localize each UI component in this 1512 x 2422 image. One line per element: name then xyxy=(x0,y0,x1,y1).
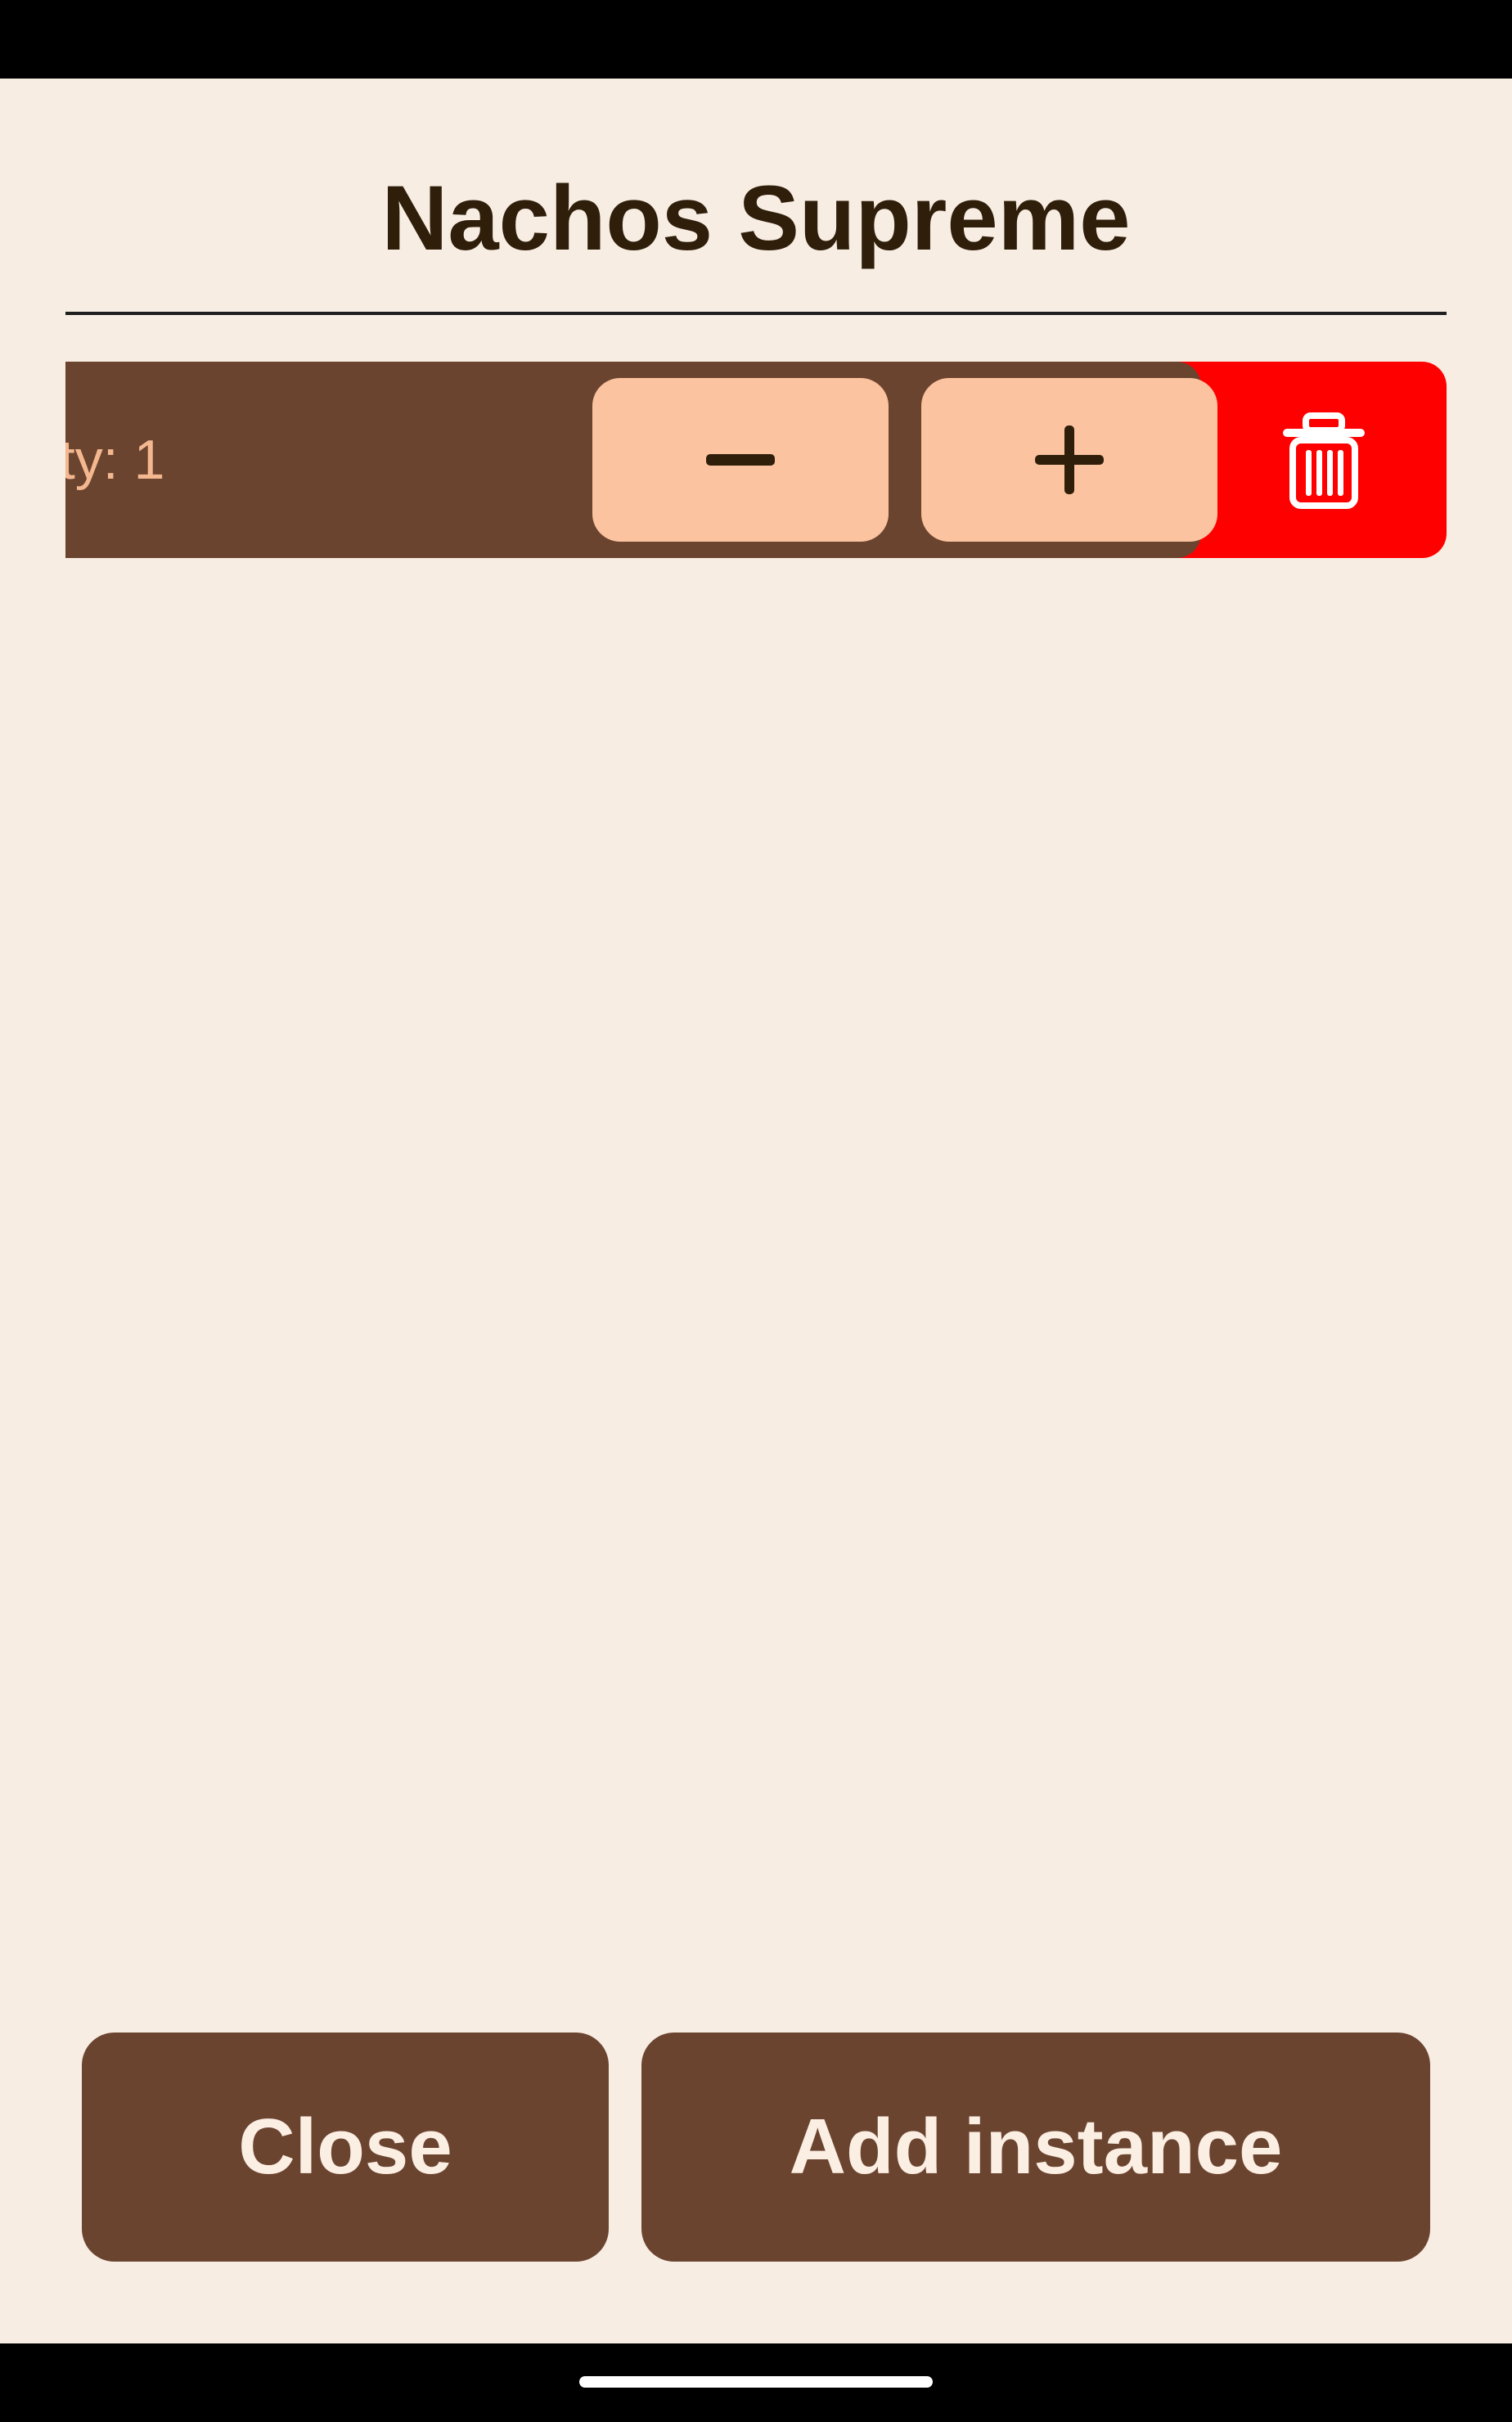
add-instance-button[interactable]: Add instance xyxy=(641,2033,1430,2262)
home-indicator[interactable] xyxy=(579,2376,933,2388)
item-instances-dialog: Nachos Supreme Qty: 1 xyxy=(0,79,1512,2343)
minus-icon xyxy=(706,454,775,466)
quantity-label: Qty: 1 xyxy=(65,429,165,491)
delete-instance-button[interactable] xyxy=(1201,362,1447,558)
decrease-quantity-button[interactable] xyxy=(592,378,889,542)
instance-row[interactable]: Qty: 1 xyxy=(65,362,1447,558)
navigation-bar xyxy=(0,2343,1512,2422)
close-button[interactable]: Close xyxy=(82,2033,609,2262)
trash-icon xyxy=(1283,412,1365,509)
title-divider xyxy=(65,312,1447,315)
dialog-title: Nachos Supreme xyxy=(381,167,1131,269)
increase-quantity-button[interactable] xyxy=(921,378,1217,542)
instance-row-card[interactable]: Qty: 1 xyxy=(65,362,1217,558)
plus-icon xyxy=(1035,425,1104,494)
status-bar xyxy=(0,0,1512,79)
